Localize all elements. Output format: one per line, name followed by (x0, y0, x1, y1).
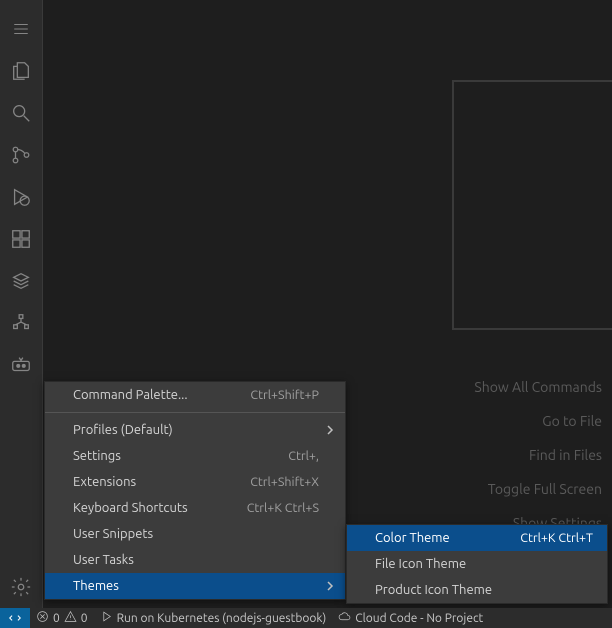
manage-context-menu: Command Palette... Ctrl+Shift+P Profiles… (44, 381, 346, 600)
menu-label: Extensions (73, 475, 250, 489)
menu-item-extensions[interactable]: Extensions Ctrl+Shift+X (45, 469, 345, 495)
menu-accelerator: Ctrl+, (288, 449, 319, 463)
source-control-icon[interactable] (0, 134, 42, 176)
menu-label: File Icon Theme (375, 557, 593, 571)
menu-label: Product Icon Theme (375, 583, 593, 597)
kubernetes-icon[interactable] (0, 302, 42, 344)
cloud-label: Cloud Code - No Project (355, 612, 483, 625)
watermark-logo (452, 80, 612, 330)
menu-item-user-tasks[interactable]: User Tasks (45, 547, 345, 573)
hint-show-commands: Show All Commands (474, 370, 602, 404)
copilot-icon[interactable] (0, 344, 42, 386)
menu-item-themes[interactable]: Themes (45, 573, 345, 599)
chevron-right-icon (325, 425, 335, 435)
menu-label: Keyboard Shortcuts (73, 501, 247, 515)
menu-label: User Tasks (73, 553, 319, 567)
warning-icon (64, 610, 77, 626)
menu-accelerator: Ctrl+Shift+P (250, 388, 319, 402)
menu-item-command-palette[interactable]: Command Palette... Ctrl+Shift+P (45, 382, 345, 408)
remote-indicator[interactable] (0, 608, 30, 628)
status-run-kubernetes[interactable]: Run on Kubernetes (nodejs-guestbook) (94, 608, 333, 628)
app-root: Show All Commands Go to File Find in Fil… (0, 0, 612, 628)
menu-label: Themes (73, 579, 319, 593)
menu-item-user-snippets[interactable]: User Snippets (45, 521, 345, 547)
welcome-hints: Show All Commands Go to File Find in Fil… (474, 370, 602, 540)
chevron-right-icon (325, 581, 335, 591)
cloud-code-icon[interactable] (0, 260, 42, 302)
status-problems[interactable]: 0 0 (30, 608, 94, 628)
error-count: 0 (53, 612, 60, 625)
menu-item-profiles[interactable]: Profiles (Default) (45, 417, 345, 443)
menu-label: Command Palette... (73, 388, 250, 402)
menu-separator (45, 412, 345, 413)
error-icon (36, 610, 49, 626)
submenu-item-product-icon-theme[interactable]: Product Icon Theme (347, 577, 607, 603)
menu-item-settings[interactable]: Settings Ctrl+, (45, 443, 345, 469)
extensions-icon[interactable] (0, 218, 42, 260)
themes-submenu: Color Theme Ctrl+K Ctrl+T File Icon Them… (346, 524, 608, 604)
menu-icon[interactable] (0, 8, 42, 50)
hint-toggle-fullscreen: Toggle Full Screen (474, 472, 602, 506)
menu-item-keyboard-shortcuts[interactable]: Keyboard Shortcuts Ctrl+K Ctrl+S (45, 495, 345, 521)
activity-bar (0, 0, 42, 608)
run-label: Run on Kubernetes (nodejs-guestbook) (117, 612, 327, 625)
submenu-item-file-icon-theme[interactable]: File Icon Theme (347, 551, 607, 577)
menu-accelerator: Ctrl+K Ctrl+T (520, 531, 593, 545)
hint-find-in-files: Find in Files (474, 438, 602, 472)
menu-label: Settings (73, 449, 288, 463)
explorer-icon[interactable] (0, 50, 42, 92)
hint-go-to-file: Go to File (474, 404, 602, 438)
run-debug-icon[interactable] (0, 176, 42, 218)
menu-label: Color Theme (375, 531, 520, 545)
settings-gear-icon[interactable] (0, 566, 42, 608)
menu-label: Profiles (Default) (73, 423, 319, 437)
status-cloud-code[interactable]: Cloud Code - No Project (332, 608, 489, 628)
menu-accelerator: Ctrl+K Ctrl+S (247, 501, 319, 515)
debug-icon (100, 610, 113, 626)
warning-count: 0 (81, 612, 88, 625)
cloud-icon (338, 610, 351, 626)
submenu-item-color-theme[interactable]: Color Theme Ctrl+K Ctrl+T (347, 525, 607, 551)
menu-label: User Snippets (73, 527, 319, 541)
menu-accelerator: Ctrl+Shift+X (250, 475, 319, 489)
search-icon[interactable] (0, 92, 42, 134)
status-bar: 0 0 Run on Kubernetes (nodejs-guestbook)… (0, 608, 612, 628)
